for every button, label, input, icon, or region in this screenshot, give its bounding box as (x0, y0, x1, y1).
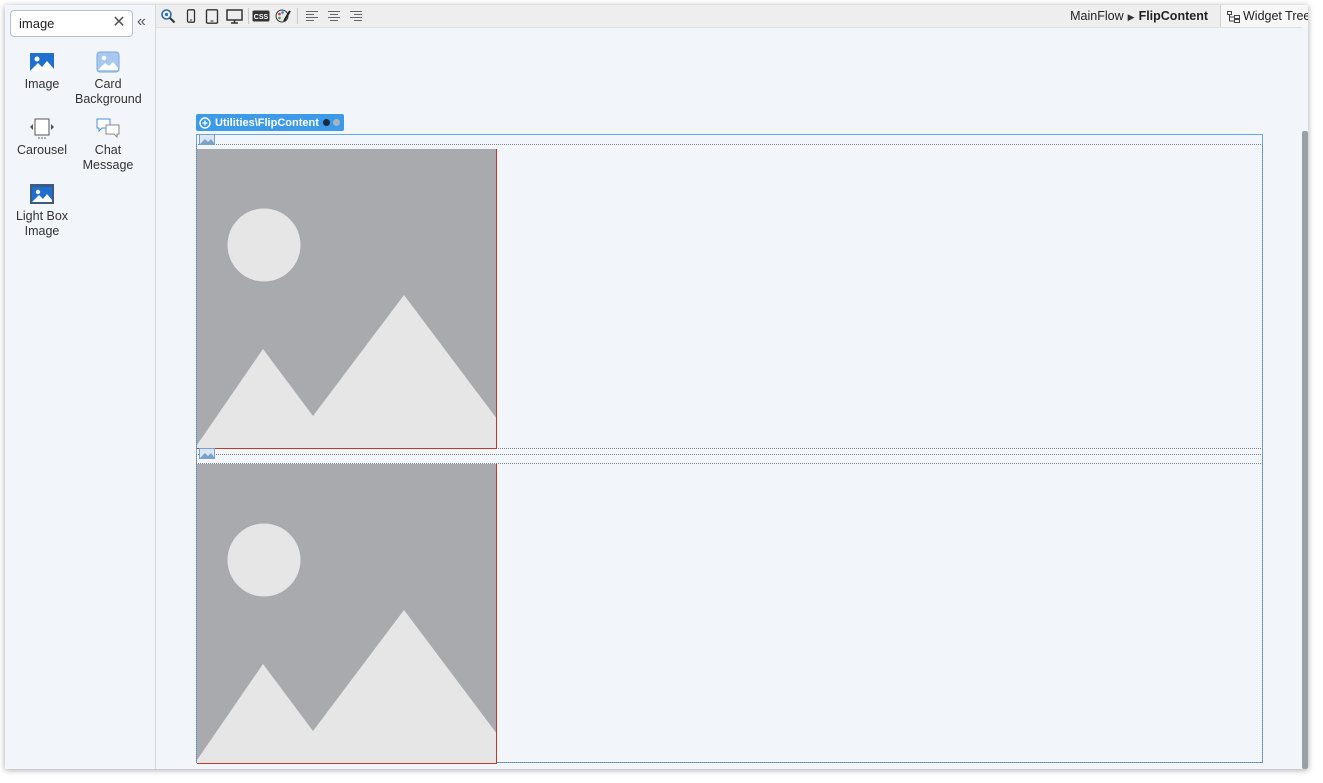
preview-icon[interactable] (159, 7, 177, 25)
widget-search-input[interactable] (19, 16, 109, 31)
image-icon (30, 53, 54, 71)
widget-label: Chat Message (82, 143, 134, 172)
design-canvas[interactable]: Utilities\FlipContent (156, 28, 1302, 769)
back-container-header (196, 454, 1263, 463)
css-icon[interactable]: CSS (252, 7, 270, 25)
svg-text:CSS: CSS (254, 14, 269, 21)
image-placeholder-icon (197, 464, 496, 763)
widget-label: Card Background (75, 77, 142, 106)
widget-label: Carousel (16, 143, 68, 157)
align-left-icon[interactable] (303, 7, 321, 25)
collapse-panel-icon[interactable]: « (137, 14, 151, 32)
widget-label: Light Box Image (15, 209, 69, 238)
scrollbar-thumb[interactable] (1302, 131, 1308, 769)
block-icon (199, 116, 211, 129)
widget-tree-tab[interactable]: Widget Tree (1220, 5, 1308, 27)
carousel-icon (30, 118, 54, 139)
breadcrumb: MainFlow ▶ FlipContent (1070, 9, 1208, 23)
tree-icon (1227, 11, 1240, 23)
align-center-icon[interactable] (325, 7, 343, 25)
app-window: ✕ « Image Card Background (5, 5, 1308, 769)
block-label[interactable]: Utilities\FlipContent (196, 114, 344, 131)
lightbox-image-icon (30, 184, 54, 204)
widget-label: Image (24, 77, 60, 91)
breadcrumb-arrow-icon: ▶ (1127, 12, 1135, 22)
theme-icon[interactable] (274, 7, 292, 25)
desktop-icon[interactable] (225, 7, 243, 25)
card-background-icon (96, 51, 120, 73)
status-dot-icon (322, 119, 330, 126)
top-toolbar: CSS MainFlow ▶ FlipContent Widget Tree (156, 5, 1308, 28)
widget-tree-label: Widget Tree (1243, 9, 1308, 23)
align-right-icon[interactable] (347, 7, 365, 25)
image-placeholder-icon (197, 149, 496, 448)
back-image[interactable] (197, 464, 497, 764)
widget-search-box[interactable]: ✕ (10, 10, 133, 37)
image-widget-icon (199, 134, 215, 145)
front-image[interactable] (197, 149, 497, 449)
image-widget-icon (199, 448, 215, 459)
widget-image[interactable]: Image (9, 51, 75, 92)
widget-panel: ✕ « Image Card Background (5, 5, 156, 769)
tablet-icon[interactable] (203, 7, 221, 25)
block-label-text: Utilities\FlipContent (215, 116, 319, 129)
canvas-scrollbar[interactable] (1302, 27, 1308, 769)
phone-icon[interactable] (182, 7, 200, 25)
status-dot-icon (332, 119, 340, 126)
widget-light-box-image[interactable]: Light Box Image (9, 183, 75, 239)
breadcrumb-parent[interactable]: MainFlow (1070, 9, 1124, 23)
widget-chat-message[interactable]: Chat Message (75, 117, 141, 173)
widget-card-background[interactable]: Card Background (75, 51, 142, 107)
widget-carousel[interactable]: Carousel (9, 117, 75, 158)
breadcrumb-current: FlipContent (1138, 9, 1208, 23)
close-icon[interactable]: ✕ (112, 15, 126, 31)
chat-message-icon (96, 118, 120, 139)
